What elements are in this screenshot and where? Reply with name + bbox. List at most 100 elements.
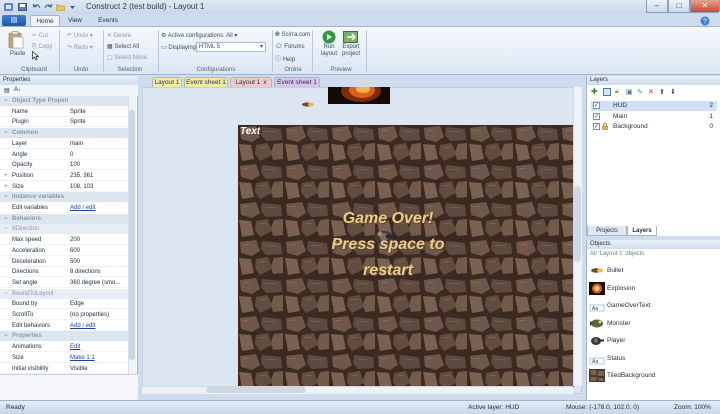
layer-view-icon[interactable] xyxy=(603,88,611,96)
active-configurations-dropdown[interactable]: ⚙ Active configurations: All ▾ xyxy=(161,32,237,39)
game-over-text[interactable]: Game Over! Press space to restart xyxy=(288,206,488,284)
tab-projects[interactable]: Projects xyxy=(587,226,627,236)
object-item[interactable]: TiledBackground xyxy=(587,367,720,384)
property-value[interactable]: 360 degree (smo... xyxy=(70,278,125,288)
property-link[interactable]: Make 1:1 xyxy=(70,353,125,363)
object-item[interactable]: Aa Status xyxy=(587,350,720,367)
object-item[interactable]: Player xyxy=(587,332,720,349)
copy-button[interactable]: ⎘ Copy xyxy=(32,44,52,51)
layer-row[interactable]: ✓ Main 1 xyxy=(591,112,717,122)
export-project-button[interactable]: Export project xyxy=(340,30,362,58)
expander-icon[interactable]: − xyxy=(4,128,8,138)
bullet-sprite[interactable] xyxy=(301,101,315,108)
object-item[interactable]: Monster xyxy=(587,315,720,332)
close-button[interactable]: ✕ xyxy=(690,0,720,13)
property-value[interactable]: 200 xyxy=(70,235,125,245)
property-value[interactable]: 600 xyxy=(70,246,125,256)
undo-button[interactable]: ↶ Undo ▾ xyxy=(67,32,93,39)
property-row[interactable]: ScrollTo (no properties) xyxy=(0,310,128,320)
object-item[interactable]: Aa GameOverText xyxy=(587,297,720,314)
property-value[interactable]: main xyxy=(70,139,125,149)
property-row[interactable]: Max speed 200 xyxy=(0,235,128,246)
property-row[interactable]: Animations Edit xyxy=(0,342,128,353)
layout-vertical-scroll-thumb[interactable] xyxy=(574,186,581,262)
text-object[interactable]: Text xyxy=(240,126,260,137)
property-value[interactable]: (no properties) xyxy=(70,310,125,320)
document-tab[interactable]: Layout 1x xyxy=(230,77,272,87)
property-value[interactable]: 8 directions xyxy=(70,267,125,277)
select-none-button[interactable]: ▢ Select None xyxy=(107,54,147,61)
help-icon[interactable]: ? xyxy=(700,16,710,26)
save-icon[interactable] xyxy=(18,3,27,11)
expander-icon[interactable]: − xyxy=(4,192,8,202)
document-tab[interactable]: Event sheet 1 xyxy=(274,77,320,87)
select-all-button[interactable]: ▦ Select All xyxy=(107,43,139,50)
forums-link[interactable]: 💬︎ Forums xyxy=(275,43,305,50)
property-value[interactable]: Edge xyxy=(70,299,125,309)
redo-button[interactable]: ↷ Redo ▾ xyxy=(67,44,93,51)
object-item[interactable]: Explosion xyxy=(587,280,720,297)
layer-row[interactable]: ✓ HUD 2 xyxy=(591,101,717,111)
move-layer-down-icon[interactable]: ⬇ xyxy=(670,88,676,96)
properties-scroll-thumb[interactable] xyxy=(129,110,135,360)
property-row[interactable]: + Size 108, 103 xyxy=(0,182,128,192)
property-row[interactable]: Acceleration 600 xyxy=(0,246,128,256)
expander-icon[interactable]: + xyxy=(4,182,8,192)
scirra-link[interactable]: 🌐︎ Scirra.com xyxy=(275,32,310,39)
layer-properties-icon[interactable]: ▣ xyxy=(626,88,633,96)
property-row[interactable]: Deceleration 500 xyxy=(0,257,128,267)
run-layout-button[interactable]: Run layout xyxy=(318,30,340,58)
property-row[interactable]: Size Make 1:1 xyxy=(0,353,128,363)
delete-layer-icon[interactable]: ✕ xyxy=(648,88,654,96)
property-subcategory[interactable]: −8Direction xyxy=(0,224,128,235)
property-value[interactable]: Sprite xyxy=(70,117,125,127)
document-tab[interactable]: Layout 1 xyxy=(152,77,182,87)
property-link[interactable]: Edit xyxy=(70,342,125,352)
property-row[interactable]: Opacity 100 xyxy=(0,160,128,171)
property-row[interactable]: Plugin Sprite xyxy=(0,117,128,128)
property-value[interactable]: 100 xyxy=(70,160,125,170)
tab-layers[interactable]: Layers xyxy=(627,226,657,236)
property-row[interactable]: Name Sprite xyxy=(0,107,128,117)
property-value[interactable]: 108, 103 xyxy=(70,182,125,192)
property-row[interactable]: Set angle 360 degree (smo... xyxy=(0,278,128,288)
expander-icon[interactable]: + xyxy=(4,171,8,181)
app-menu-button[interactable]: ▤ xyxy=(2,15,26,26)
paste-button[interactable]: Paste xyxy=(8,31,25,57)
expander-icon[interactable]: − xyxy=(4,289,8,299)
delete-button[interactable]: ✕ Delete xyxy=(107,32,131,39)
expander-icon[interactable]: − xyxy=(4,214,8,224)
property-category[interactable]: − Behaviors xyxy=(0,213,128,224)
layout-horizontal-scroll-thumb[interactable] xyxy=(206,387,306,393)
property-row[interactable]: Initial visibility Visible xyxy=(0,364,128,374)
property-link[interactable]: Add / edit xyxy=(70,203,125,213)
property-category[interactable]: − Properties xyxy=(0,331,128,342)
property-category[interactable]: − Common xyxy=(0,128,128,139)
layer-row[interactable]: ✓ Background 0 xyxy=(591,122,717,132)
property-value[interactable]: Sprite xyxy=(70,107,125,117)
layer-visible-checkbox[interactable]: ✓ xyxy=(593,102,600,109)
open-icon[interactable] xyxy=(56,3,65,11)
qat-dropdown-icon[interactable] xyxy=(68,3,77,11)
explosion-sprite[interactable] xyxy=(328,87,390,104)
property-row[interactable]: Directions 8 directions xyxy=(0,267,128,278)
sort-alphabetical-icon[interactable]: A↓ xyxy=(14,87,21,93)
property-value[interactable]: 235, 361 xyxy=(70,171,125,181)
property-value[interactable]: Visible xyxy=(70,364,125,374)
help-link[interactable]: ⓘ Help xyxy=(275,54,295,63)
property-row[interactable]: Edit behaviors Add / edit xyxy=(0,321,128,331)
move-layer-up-icon[interactable]: ⬆ xyxy=(659,88,665,96)
property-category[interactable]: − Instance variables xyxy=(0,192,128,203)
layer-visible-checkbox[interactable]: ✓ xyxy=(593,123,600,130)
lock-layer-icon[interactable]: 🔒︎ xyxy=(615,88,619,96)
categorized-icon[interactable]: ▤ xyxy=(4,87,10,94)
layer-visible-checkbox[interactable]: ✓ xyxy=(593,112,600,120)
minimize-button[interactable]: – xyxy=(646,0,668,13)
property-category[interactable]: −Object Type Properties xyxy=(0,96,128,106)
object-item[interactable]: Bullet xyxy=(587,262,720,279)
add-layer-icon[interactable]: ✚ xyxy=(591,87,598,96)
document-tab[interactable]: Event sheet 1 xyxy=(184,77,228,87)
property-row[interactable]: Layer main xyxy=(0,139,128,149)
expander-icon[interactable]: − xyxy=(4,224,8,234)
property-value[interactable]: 500 xyxy=(70,257,125,267)
